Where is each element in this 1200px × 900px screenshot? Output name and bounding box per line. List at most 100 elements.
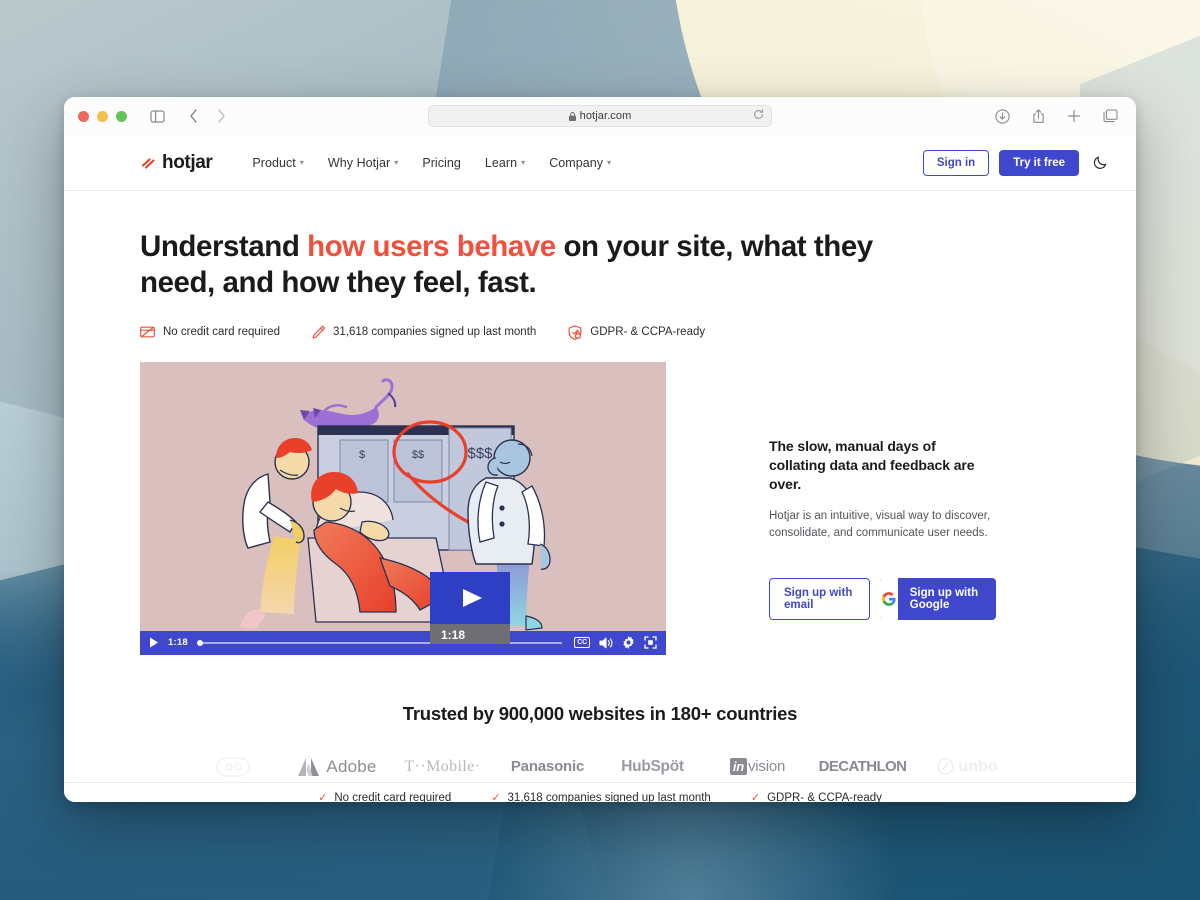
tmobile-logo: T··Mobile· [390, 752, 495, 782]
svg-text:$$: $$ [412, 449, 424, 461]
panasonic-logo: Panasonic [495, 752, 600, 782]
decathlon-logo: DECATHLON [810, 752, 915, 782]
navigation-arrows[interactable] [181, 104, 233, 128]
try-it-free-button[interactable]: Try it free [999, 149, 1079, 176]
svg-text:$: $ [359, 449, 365, 461]
panasonic-logo-text: Panasonic [510, 758, 585, 776]
tmobile-logo-text: T··Mobile· [404, 757, 481, 775]
play-icon[interactable] [149, 637, 159, 648]
bullet-gdpr-ccpa: GDPR- & CCPA-ready [568, 324, 706, 340]
close-window-button[interactable] [78, 110, 89, 122]
headline-accent: how users behave [307, 230, 556, 263]
credit-card-crossed-icon [140, 326, 155, 338]
check-icon: ✓ [318, 792, 328, 802]
sticky-cta-bar: ✓ No credit card required ✓ 31,618 compa… [64, 782, 1136, 802]
promo-body: Hotjar is an intuitive, visual way to di… [769, 509, 991, 539]
address-bar-url: hotjar.com [579, 110, 632, 122]
toolbar-right-actions [990, 104, 1122, 128]
browser-toolbar: hotjar.com [64, 97, 1136, 135]
hubspot-logo-text: HubSpöt [621, 757, 684, 775]
share-icon[interactable] [1026, 104, 1050, 128]
chevron-down-icon: ▾ [299, 157, 304, 167]
webpage-content: hotjar Product ▾ Why Hotjar ▾ Pricing Le… [64, 135, 1136, 802]
hero-columns: $ $$ $$$ 1:18 CC The slow, manual days o… [140, 361, 1060, 655]
google-g-icon [880, 578, 898, 620]
zoom-window-button[interactable] [116, 110, 127, 122]
sticky-text-companies: 31,618 companies signed up last month [507, 791, 711, 803]
pencil-icon [312, 325, 325, 339]
address-bar[interactable]: hotjar.com [428, 105, 772, 127]
nav-actions: Sign in Try it free [922, 149, 1108, 176]
reload-icon[interactable] [753, 107, 764, 125]
bullet-text-no-credit-card: No credit card required [163, 326, 280, 339]
check-icon: ✓ [491, 792, 501, 802]
tab-overview-icon[interactable] [1098, 104, 1122, 128]
hotjar-logo-text: hotjar [162, 151, 213, 173]
sign-up-with-email-button[interactable]: Sign up with email [769, 578, 871, 620]
check-icon: ✓ [750, 792, 761, 802]
sticky-item-companies: ✓ 31,618 companies signed up last month [491, 791, 711, 803]
nav-label-pricing: Pricing [422, 155, 461, 170]
decathlon-logo-text: DECATHLON [818, 758, 907, 776]
nav-item-company[interactable]: Company ▾ [549, 156, 611, 170]
gear-icon[interactable] [622, 636, 635, 650]
page-title: Understand how users behave on your site… [140, 229, 930, 302]
play-overlay-graphic[interactable]: 1:18 [430, 572, 518, 644]
nav-item-learn[interactable]: Learn ▾ [485, 156, 525, 170]
video-progress-knob[interactable] [196, 639, 203, 646]
nav-label-why-hotjar: Why Hotjar [327, 155, 391, 170]
partial-logo [180, 752, 285, 782]
window-traffic-lights[interactable] [78, 110, 127, 122]
downloads-icon[interactable] [990, 104, 1014, 128]
hero-section: Understand how users behave on your site… [64, 191, 1136, 782]
bullet-text-gdpr: GDPR- & CCPA-ready [590, 326, 706, 339]
fullscreen-icon[interactable] [644, 636, 657, 649]
primary-nav-links: Product ▾ Why Hotjar ▾ Pricing Learn ▾ C… [252, 156, 611, 170]
sign-up-google-label: Sign up with Google [909, 587, 979, 611]
signup-buttons: Sign up with email Sign up with Google [769, 578, 996, 620]
invision-mark: in [729, 758, 747, 776]
nav-item-pricing[interactable]: Pricing [422, 156, 461, 170]
browser-window: hotjar.com hotjar Product ▾ Why Hotjar ▾… [64, 97, 1136, 802]
sign-in-button[interactable]: Sign in [922, 149, 990, 176]
unbounce-logo-text: unbo [937, 758, 998, 776]
moon-icon[interactable] [1093, 155, 1108, 170]
bullet-companies-signed-up: 31,618 companies signed up last month [312, 325, 536, 339]
desktop-wallpaper: hotjar.com hotjar Product ▾ Why Hotjar ▾… [0, 0, 1200, 900]
invision-wordmark: vision [748, 758, 786, 776]
invision-logo: in vision [705, 752, 810, 782]
nav-item-why-hotjar[interactable]: Why Hotjar ▾ [328, 156, 398, 170]
hotjar-logo[interactable]: hotjar [140, 151, 213, 174]
minimize-window-button[interactable] [97, 110, 108, 122]
nav-item-product[interactable]: Product ▾ [252, 156, 304, 170]
back-arrow-icon[interactable] [181, 104, 205, 128]
shield-lock-icon [568, 324, 582, 340]
chevron-down-icon: ▾ [521, 157, 526, 167]
sidebar-toggle-icon[interactable] [145, 104, 169, 128]
video-poster-illustration: $ $$ $$$ [140, 361, 666, 655]
video-time-label: 1:18 [168, 637, 188, 649]
hero-video-player[interactable]: $ $$ $$$ 1:18 CC [140, 361, 666, 655]
video-play-overlay[interactable]: 1:18 [430, 572, 518, 649]
adobe-logo: Adobe [285, 752, 390, 782]
promo-title: The slow, manual days of collating data … [769, 437, 975, 493]
nav-label-learn: Learn [484, 155, 518, 170]
sticky-item-no-credit-card: ✓ No credit card required [318, 791, 451, 803]
closed-captions-icon[interactable]: CC [574, 637, 590, 649]
new-tab-icon[interactable] [1062, 104, 1086, 128]
customer-logo-row: Adobe T··Mobile· Panasonic HubSpöt in vi… [140, 752, 1060, 782]
forward-arrow-icon[interactable] [209, 104, 233, 128]
unbounce-logo: unbo [915, 752, 1020, 782]
sticky-text-gdpr: GDPR- & CCPA-ready [767, 791, 882, 803]
volume-icon[interactable] [599, 637, 613, 649]
bullet-text-companies: 31,618 companies signed up last month [332, 326, 537, 339]
lock-icon [568, 111, 576, 121]
sign-up-with-google-button[interactable]: Sign up with Google [880, 578, 996, 620]
chevron-down-icon: ▾ [394, 157, 399, 167]
trusted-by-section: Trusted by 900,000 websites in 180+ coun… [140, 703, 1060, 782]
nav-label-product: Product [252, 155, 296, 170]
sticky-item-gdpr: ✓ GDPR- & CCPA-ready [750, 791, 882, 803]
bullet-no-credit-card: No credit card required [140, 326, 280, 338]
promo-column: The slow, manual days of collating data … [666, 362, 996, 655]
invision-logo-text: in vision [729, 758, 786, 776]
